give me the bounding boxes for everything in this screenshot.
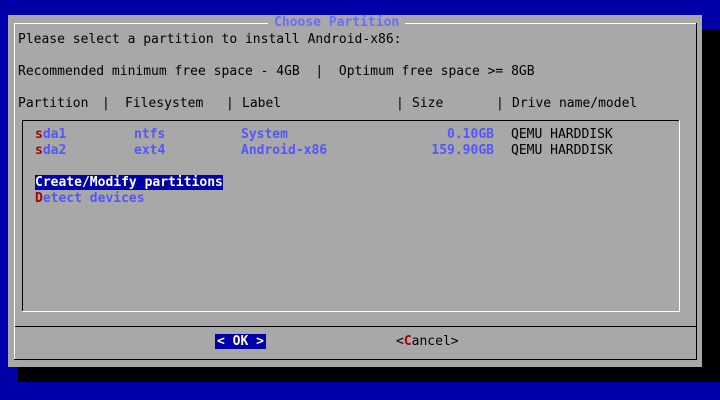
action-label: etect devices <box>42 191 145 206</box>
partition-name-rest: da1 <box>42 127 67 142</box>
header-label: Label <box>242 96 282 111</box>
header-filesystem: Filesystem <box>125 96 204 111</box>
partition-name-rest: da2 <box>42 143 67 158</box>
button-separator <box>15 326 696 327</box>
action-label: reate/Modify partitions <box>42 175 223 190</box>
cancel-button[interactable]: <Cancel> <box>396 334 459 349</box>
frame-left <box>14 23 15 359</box>
partition-list[interactable]: sda1 ntfs System 0.10GB QEMU HARDDISK sd… <box>22 120 680 312</box>
list-bottom-border <box>22 311 680 312</box>
cancel-rest: ancel> <box>411 334 459 349</box>
header-separator: | <box>396 96 404 111</box>
hotkey: s <box>35 143 43 158</box>
hotkey: C <box>35 175 43 190</box>
header-separator: | <box>496 96 504 111</box>
space-info: Recommended minimum free space - 4GB | O… <box>18 64 535 79</box>
create-modify-partitions-item[interactable]: Create/Modify partitions <box>35 175 223 190</box>
hotkey: C <box>403 334 412 349</box>
hotkey: s <box>35 127 43 142</box>
partition-size: 0.10GB <box>447 127 494 142</box>
detect-devices-item[interactable]: Detect devices <box>35 191 145 206</box>
cancel-bracket: < <box>396 334 404 349</box>
partition-filesystem: ntfs <box>134 127 166 142</box>
partition-drive: QEMU HARDDISK <box>511 143 613 158</box>
frame-right <box>696 23 697 360</box>
partition-name: sda2 <box>35 143 66 158</box>
install-prompt: Please select a partition to install And… <box>18 32 402 47</box>
list-left-border <box>22 120 23 312</box>
header-partition: Partition <box>18 96 89 111</box>
partition-name: sda1 <box>35 127 66 142</box>
partition-drive: QEMU HARDDISK <box>511 127 613 142</box>
header-size: Size <box>412 96 444 111</box>
header-separator: | <box>226 96 234 111</box>
hotkey: D <box>35 191 43 206</box>
list-right-border <box>679 120 680 312</box>
choose-partition-dialog: Choose Partition Please select a partiti… <box>8 15 702 367</box>
partition-size: 159.90GB <box>431 143 494 158</box>
ok-button[interactable]: < OK > <box>215 334 266 349</box>
dialog-title: Choose Partition <box>268 15 406 30</box>
header-separator: | <box>102 96 110 111</box>
frame-bottom <box>14 359 696 360</box>
list-top-border <box>22 120 680 121</box>
partition-label: System <box>241 127 288 142</box>
partition-label: Android-x86 <box>241 143 328 158</box>
partition-filesystem: ext4 <box>134 143 166 158</box>
header-drive: Drive name/model <box>512 96 638 111</box>
